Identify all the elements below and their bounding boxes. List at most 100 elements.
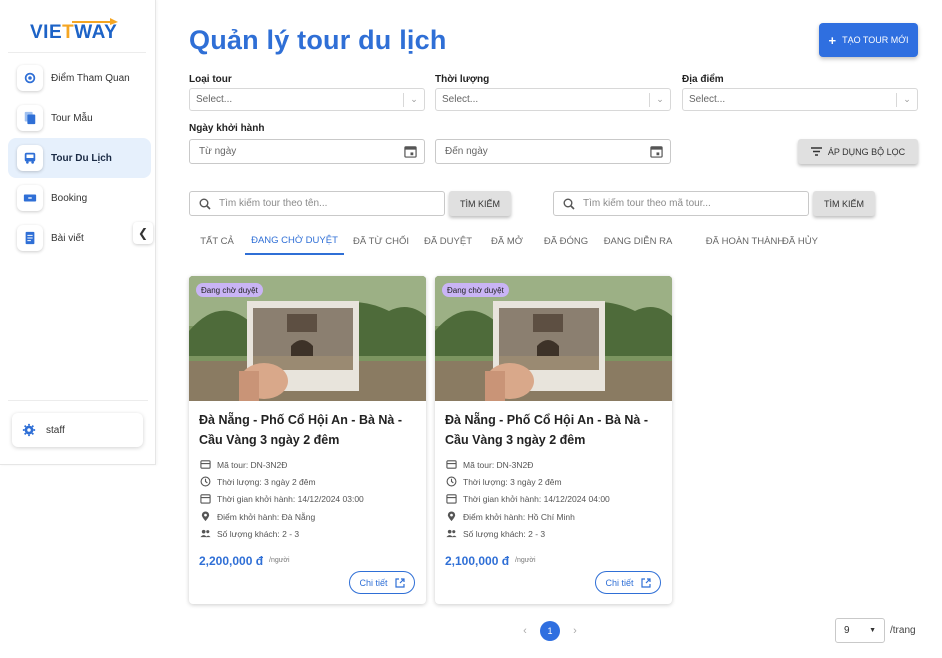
sidebar-item-tour-mau[interactable]: Tour Mẫu: [8, 98, 151, 138]
tour-departure-place-row: Điểm khởi hành: Hồ Chí Minh: [446, 511, 575, 522]
page-title: Quản lý tour du lịch: [189, 25, 447, 55]
tour-departure-time-row: Thời gian khởi hành: 14/12/2024 03:00: [200, 493, 364, 504]
tab-da-tu-choi[interactable]: ĐÃ TỪ CHỐI: [346, 227, 416, 255]
tour-departure-time: Thời gian khởi hành: 14/12/2024 04:00: [463, 493, 610, 504]
pagination: ‹ 1 ›: [518, 620, 582, 642]
apply-filter-button[interactable]: ÁP DỤNG BỘ LỌC: [798, 139, 918, 164]
chevron-left-icon: ❮: [137, 226, 149, 240]
calendar-icon: [446, 494, 457, 504]
caret-down-icon: ▼: [869, 627, 876, 634]
tour-card: Đang chờ duyệt Đà Nẵng - Phố Cổ Hội An -…: [435, 276, 672, 604]
detail-label: Chi tiết: [605, 577, 634, 588]
document-copy-icon: [17, 105, 43, 131]
search-icon: [563, 198, 575, 210]
tour-code: Mã tour: DN-3N2Đ: [463, 459, 534, 470]
search-name-input[interactable]: [219, 198, 419, 209]
detail-button[interactable]: Chi tiết: [595, 571, 661, 594]
sidebar-item-bai-viet[interactable]: Bài viết: [8, 218, 151, 258]
location-pin-icon: [201, 511, 210, 522]
vietway-logo[interactable]: VIETWAY: [30, 14, 126, 44]
tour-duration-row: Thời lượng: 3 ngày 2 đêm: [200, 476, 316, 487]
tour-guests: Số lượng khách: 2 - 3: [463, 528, 546, 539]
sidebar-item-label: Tour Du Lịch: [51, 152, 112, 164]
page-number[interactable]: 1: [540, 621, 560, 641]
tab-da-mo[interactable]: ĐÃ MỞ: [483, 227, 531, 255]
detail-button[interactable]: Chi tiết: [349, 571, 415, 594]
tour-type-label: Loại tour: [189, 74, 232, 85]
search-name-button[interactable]: TÌM KIẾM: [449, 191, 511, 216]
search-code-input[interactable]: [583, 198, 783, 209]
tour-image: Đang chờ duyệt: [435, 276, 672, 401]
search-by-code[interactable]: [553, 191, 809, 216]
tour-type-select[interactable]: Select... ⌄: [189, 88, 425, 111]
chevron-down-icon: ⌄: [410, 94, 418, 104]
tab-tat-ca[interactable]: TẤT CẢ: [189, 227, 245, 255]
tab-da-duyet[interactable]: ĐÃ DUYỆT: [418, 227, 478, 255]
departure-date-label: Ngày khởi hành: [189, 123, 265, 134]
tour-departure-place: Điểm khởi hành: Đà Nẵng: [217, 511, 316, 522]
divider: [8, 52, 146, 53]
user-name: staff: [46, 424, 65, 436]
location-select[interactable]: Select... ⌄: [682, 88, 918, 111]
calendar-icon: [650, 146, 663, 158]
tab-da-dong[interactable]: ĐÃ ĐÓNG: [537, 227, 595, 255]
sidebar-item-booking[interactable]: Booking: [8, 178, 151, 218]
logo-text: VIETWAY: [30, 22, 118, 43]
sidebar-collapse-button[interactable]: ❮: [133, 222, 153, 244]
calendar-icon: [200, 494, 211, 504]
tour-guests-row: Số lượng khách: 2 - 3: [446, 528, 545, 539]
sidebar-item-diem-tham-quan[interactable]: Điểm Tham Quan: [8, 58, 151, 98]
prev-page-icon[interactable]: ‹: [518, 625, 532, 637]
attraction-icon: [17, 65, 43, 91]
sidebar-item-tour-du-lich[interactable]: Tour Du Lịch: [8, 138, 151, 178]
search-code-button[interactable]: TÌM KIẾM: [813, 191, 875, 216]
create-tour-button[interactable]: + TẠO TOUR MỚI: [819, 23, 918, 57]
article-icon: [17, 225, 43, 251]
tour-image: Đang chờ duyệt: [189, 276, 426, 401]
gear-icon: [22, 423, 36, 437]
tab-dang-dien-ra[interactable]: ĐANG DIỄN RA: [603, 227, 673, 255]
clock-icon: [446, 476, 457, 487]
tour-title: Đà Nẵng - Phố Cổ Hội An - Bà Nà - Cầu Và…: [199, 413, 403, 447]
sidebar-item-label: Bài viết: [51, 232, 84, 244]
location-label: Địa điểm: [682, 74, 724, 85]
tour-code-row: Mã tour: DN-3N2Đ: [446, 459, 533, 470]
tab-da-huy[interactable]: ĐÃ HỦY: [779, 227, 821, 255]
from-date-input[interactable]: Từ ngày: [189, 139, 425, 164]
search-by-name[interactable]: [189, 191, 445, 216]
clock-icon: [200, 476, 211, 487]
duration-label: Thời lượng: [435, 74, 490, 85]
tour-duration: Thời lượng: 3 ngày 2 đêm: [463, 476, 562, 487]
sidebar-item-label: Tour Mẫu: [51, 112, 93, 124]
sidebar-item-label: Booking: [51, 192, 88, 204]
next-page-icon[interactable]: ›: [568, 625, 582, 637]
plus-icon: +: [828, 32, 837, 48]
status-badge: Đang chờ duyệt: [442, 283, 509, 297]
per-page-label: /trang: [890, 625, 916, 636]
chevron-down-icon: ⌄: [903, 94, 911, 104]
tour-guests-row: Số lượng khách: 2 - 3: [200, 528, 299, 539]
tour-card: Đang chờ duyệt Đà Nẵng - Phố Cổ Hội An -…: [189, 276, 426, 604]
price-unit: /người: [269, 557, 290, 564]
tour-price: 2,200,000 đ: [199, 554, 264, 568]
select-placeholder: Select...: [689, 94, 726, 105]
duration-select[interactable]: Select... ⌄: [435, 88, 671, 111]
search-icon: [199, 198, 211, 210]
divider: [8, 400, 148, 401]
date-placeholder: Từ ngày: [199, 146, 237, 157]
external-link-icon: [640, 577, 651, 588]
tour-departure-place: Điểm khởi hành: Hồ Chí Minh: [463, 511, 575, 522]
user-menu[interactable]: staff: [12, 413, 143, 447]
sidebar-item-label: Điểm Tham Quan: [51, 72, 130, 84]
date-placeholder: Đến ngày: [445, 146, 488, 157]
to-date-input[interactable]: Đến ngày: [435, 139, 671, 164]
ticket-icon: [17, 185, 43, 211]
tour-price: 2,100,000 đ: [445, 554, 510, 568]
location-pin-icon: [447, 511, 456, 522]
tab-da-hoan-thanh[interactable]: ĐÃ HOÀN THÀNH: [700, 227, 790, 255]
price-unit: /người: [515, 557, 536, 564]
per-page-select[interactable]: 9 ▼: [835, 618, 885, 643]
filter-icon: [810, 147, 822, 156]
people-icon: [446, 529, 457, 538]
tab-dang-cho-duyet[interactable]: ĐANG CHỜ DUYỆT: [245, 227, 344, 255]
